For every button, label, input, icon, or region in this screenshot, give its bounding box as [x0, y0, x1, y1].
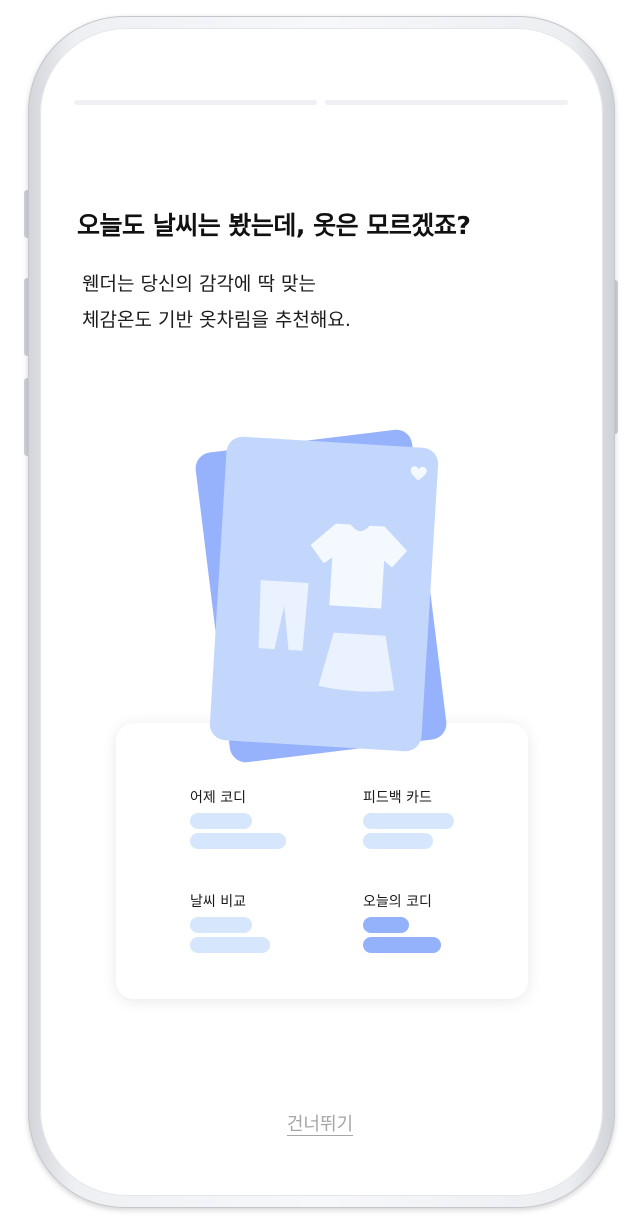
placeholder-bar — [363, 833, 433, 849]
placeholder-bar — [363, 813, 454, 829]
heart-icon — [410, 466, 427, 481]
placeholder-bar-accent — [363, 937, 441, 953]
progress-step-2 — [325, 100, 568, 105]
page-title: 오늘도 날씨는 봤는데, 옷은 모르겠죠? — [77, 211, 471, 240]
tshirt-icon — [310, 523, 407, 609]
skip-link-row: 건너뛰기 — [0, 1110, 640, 1136]
panel-label-yesterday: 어제 코디 — [190, 790, 246, 806]
progress-step-1 — [74, 100, 317, 105]
skirt-icon — [318, 632, 395, 692]
skip-button[interactable]: 건너뛰기 — [287, 1114, 353, 1135]
placeholder-bar — [190, 937, 270, 953]
pants-icon — [258, 580, 309, 651]
panel-label-today: 오늘의 코디 — [363, 894, 432, 910]
placeholder-bar — [190, 833, 286, 849]
placeholder-bar-accent — [363, 917, 409, 933]
subtitle-line-1: 웬더는 당신의 감각에 딱 맞는 — [82, 273, 316, 295]
panel-label-feedback: 피드백 카드 — [363, 790, 432, 806]
placeholder-bar — [190, 917, 252, 933]
illustration-card-front — [208, 435, 440, 753]
placeholder-bar — [190, 813, 252, 829]
panel-label-weather: 날씨 비교 — [190, 894, 246, 910]
preview-panel: 어제 코디 피드백 카드 날씨 비교 오늘의 코디 — [116, 723, 528, 999]
subtitle-line-2: 체감온도 기반 옷차림을 추천해요. — [82, 309, 351, 331]
page-subtitle: 웬더는 당신의 감각에 딱 맞는 체감온도 기반 옷차림을 추천해요. — [82, 266, 542, 338]
